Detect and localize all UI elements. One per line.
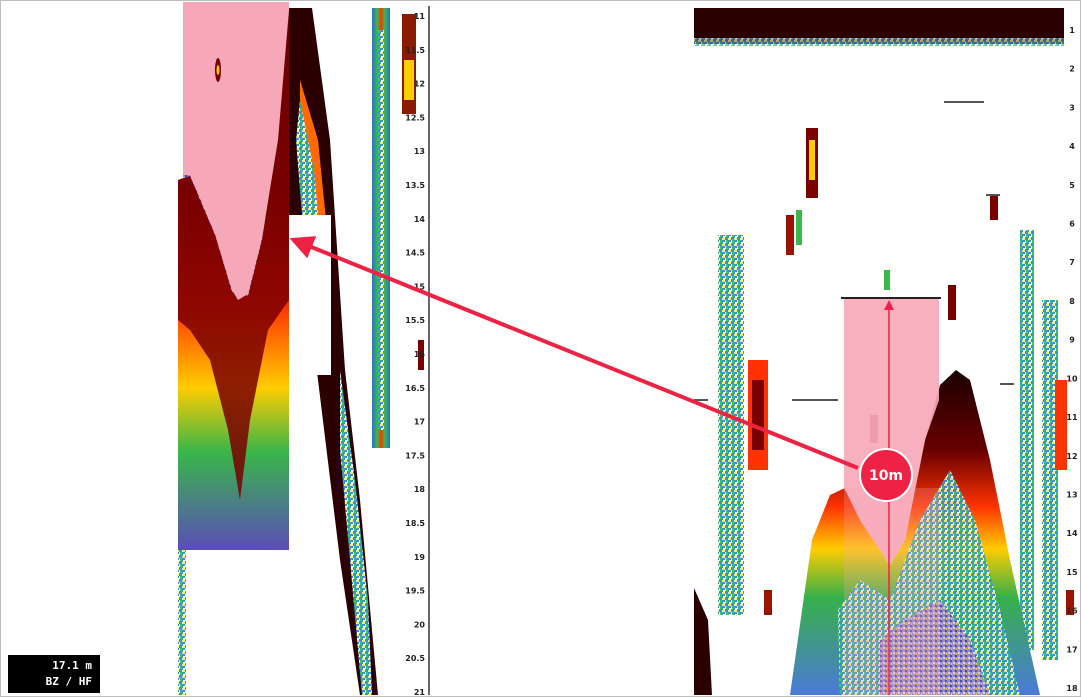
main-depth-tick-label: 3	[1069, 103, 1075, 112]
zoom-depth-tick-label: 12.5	[405, 113, 425, 122]
zoom-depth-tick-label: 20	[414, 620, 426, 629]
zoom-depth-tick-label: 21	[414, 688, 426, 697]
echogram-canvas: 1111.51212.51313.51414.51515.51616.51717…	[178, 2, 1078, 697]
zoom-depth-tick-label: 11	[414, 12, 426, 21]
main-depth-tick-label: 18	[1066, 684, 1078, 693]
main-depth-tick-label: 13	[1066, 490, 1077, 499]
zoom-depth-tick-label: 17	[414, 418, 425, 427]
depth-readout: 17.1 m BZ / HF	[8, 655, 100, 693]
main-depth-tick-label: 8	[1069, 297, 1075, 306]
zoom-depth-scale: 1111.51212.51313.51414.51515.51616.51717…	[405, 12, 425, 697]
zoom-depth-tick-label: 19.5	[405, 587, 425, 596]
main-depth-tick-label: 10	[1066, 374, 1078, 383]
noise-column	[178, 540, 186, 695]
main-depth-tick-label: 5	[1069, 181, 1075, 190]
zoom-depth-tick-label: 16.5	[405, 384, 425, 393]
main-depth-tick-label: 17	[1066, 645, 1077, 654]
zoom-panel: 1111.51212.51313.51414.51515.51616.51717…	[178, 2, 430, 697]
zoom-depth-tick-label: 11.5	[405, 46, 425, 55]
echo-column-left	[718, 235, 744, 615]
zoom-depth-tick-label: 20.5	[405, 654, 425, 663]
depth-value: 17.1 m	[52, 659, 92, 672]
main-depth-tick-label: 9	[1069, 336, 1075, 345]
main-depth-tick-label: 11	[1066, 413, 1078, 422]
sonar-display: 11 11.5 12 12.5 13 13.5 14 14.5 15 15.5 16 16.5 17 17…	[0, 0, 1081, 697]
zoom-depth-tick-label: 17.5	[405, 451, 425, 460]
zoom-depth-tick-label: 14.5	[405, 249, 425, 258]
zoom-depth-tick-label: 13	[414, 147, 425, 156]
zoom-depth-tick-label: 18	[414, 485, 426, 494]
main-depth-tick-label: 4	[1069, 142, 1075, 151]
zoom-depth-tick-label: 12	[414, 80, 425, 89]
distance-callout-label: 10m	[869, 468, 903, 484]
zoom-depth-tick-label: 14	[414, 215, 426, 224]
main-depth-tick-label: 14	[1066, 529, 1078, 538]
main-depth-tick-label: 6	[1069, 220, 1075, 229]
echo-column-right	[1020, 230, 1034, 650]
zoom-depth-tick-label: 19	[414, 553, 426, 562]
frequency-mode: BZ / HF	[45, 675, 92, 688]
zoom-depth-tick-label: 15.5	[405, 316, 425, 325]
main-depth-tick-label: 16	[1066, 607, 1078, 616]
zoom-depth-tick-label: 16	[414, 350, 426, 359]
main-depth-tick-label: 12	[1066, 452, 1077, 461]
main-depth-tick-label: 7	[1069, 258, 1075, 267]
main-panel: 10m 123456789101112131415161718	[694, 8, 1078, 695]
zoom-depth-tick-label: 13.5	[405, 181, 425, 190]
main-depth-tick-label: 15	[1066, 568, 1078, 577]
main-depth-tick-label: 2	[1069, 65, 1075, 74]
main-depth-tick-label: 1	[1069, 26, 1075, 35]
zoom-depth-tick-label: 18.5	[405, 519, 425, 528]
